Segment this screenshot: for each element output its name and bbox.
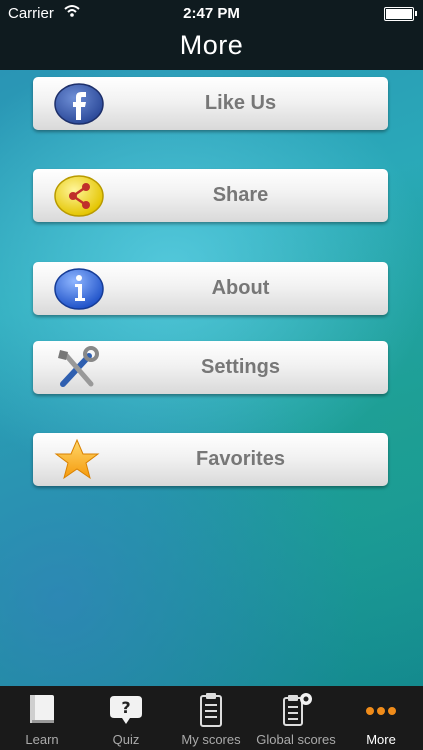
more-dots-icon	[361, 692, 401, 728]
favorites-label: Favorites	[196, 448, 285, 470]
question-icon: ?	[106, 692, 146, 728]
like-us-button[interactable]: Like Us	[33, 77, 388, 130]
favorites-button[interactable]: Favorites	[33, 433, 388, 486]
about-label: About	[211, 277, 270, 299]
tab-global-scores[interactable]: Global scores	[254, 686, 338, 750]
tab-quiz[interactable]: ? Quiz	[84, 686, 168, 750]
share-label: Share	[212, 184, 269, 206]
tab-bar: Learn ? Quiz My scores Global scores Mor…	[0, 686, 423, 750]
tab-learn-label: Learn	[25, 732, 59, 747]
tab-my-scores-label: My scores	[181, 732, 241, 747]
tab-quiz-label: Quiz	[112, 732, 140, 747]
status-bar: Carrier 2:47 PM	[0, 0, 423, 28]
settings-label: Settings	[201, 356, 280, 378]
tab-my-scores[interactable]: My scores	[169, 686, 253, 750]
top-bar: Carrier 2:47 PM More	[0, 0, 423, 70]
clipboard-icon	[191, 692, 231, 728]
tab-learn[interactable]: Learn	[0, 686, 84, 750]
page-title: More	[179, 30, 244, 60]
tab-more[interactable]: More	[339, 686, 423, 750]
share-button[interactable]: Share	[33, 169, 388, 222]
global-clipboard-icon	[276, 692, 316, 728]
status-time: 2:47 PM	[183, 5, 240, 22]
battery-icon	[384, 7, 417, 21]
settings-button[interactable]: Settings	[33, 341, 388, 394]
book-icon	[22, 692, 62, 728]
svg-text:?: ?	[121, 698, 130, 717]
tab-global-scores-label: Global scores	[256, 732, 336, 747]
about-button[interactable]: About	[33, 262, 388, 315]
tab-more-label: More	[366, 732, 396, 747]
like-us-label: Like Us	[204, 92, 277, 114]
